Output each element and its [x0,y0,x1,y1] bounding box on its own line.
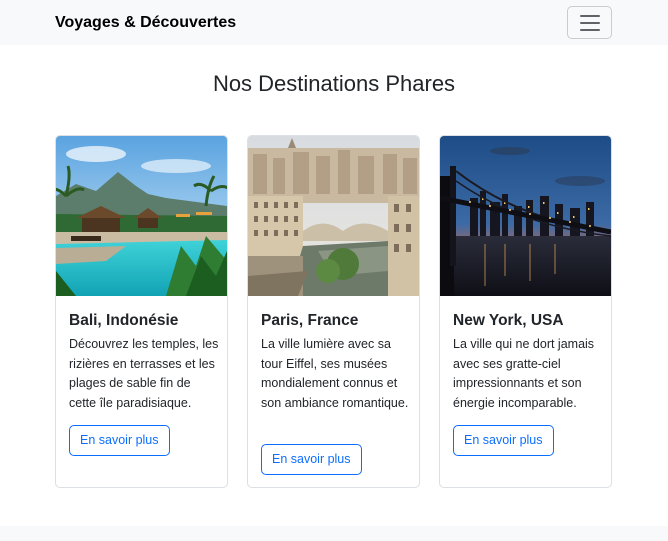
card-image-bali [56,136,227,296]
card-text: La ville qui ne dort jamais avec ses gra… [453,337,595,410]
card-image-new-york [440,136,611,296]
navbar: Voyages & Découvertes [0,0,668,45]
card-text: Découvrez les temples, les rizières en t… [69,337,219,410]
navbar-toggler-button[interactable] [567,6,612,39]
card-image-paris [248,136,419,296]
learn-more-button-paris[interactable]: En savoir plus [261,444,362,475]
destination-card-bali: Bali, Indonésie Découvrez les temples, l… [55,135,228,488]
footer [0,526,668,541]
page-title: Nos Destinations Phares [212,71,456,96]
hamburger-menu-icon [579,14,600,31]
destination-card-paris: Paris, France La ville lumière avec sa t… [247,135,420,488]
card-title: New York, USA [453,312,564,329]
card-text: La ville lumière avec sa tour Eiffel, se… [261,337,409,410]
card-title: Paris, France [261,312,359,329]
learn-more-button-new-york[interactable]: En savoir plus [453,425,554,456]
navbar-brand[interactable]: Voyages & Découvertes [55,13,236,33]
card-title: Bali, Indonésie [69,312,179,329]
destination-card-new-york: New York, USA La ville qui ne dort jamai… [439,135,612,488]
learn-more-button-bali[interactable]: En savoir plus [69,425,170,456]
